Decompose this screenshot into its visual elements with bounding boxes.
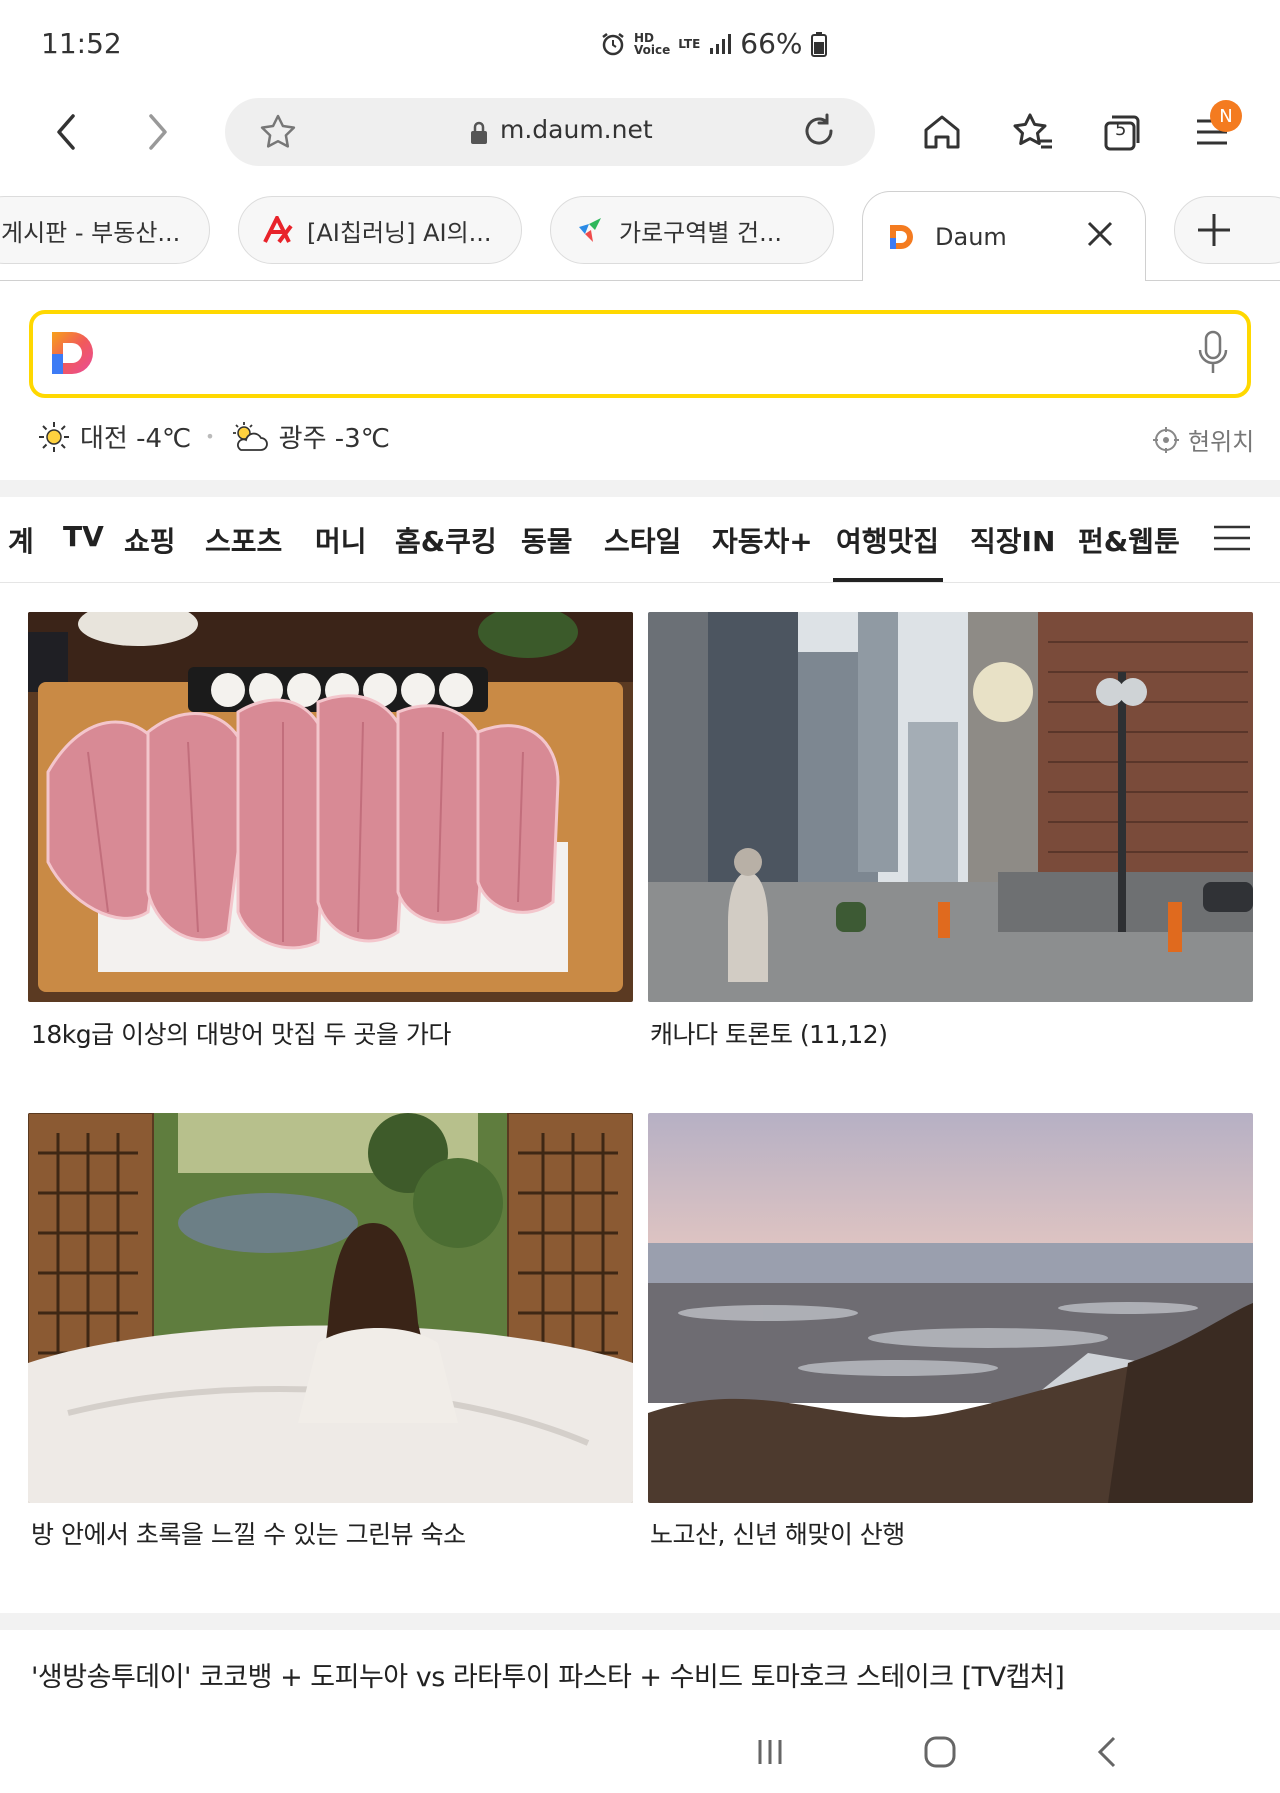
tabs-button[interactable]: 5 [1092, 102, 1152, 162]
notification-badge: N [1210, 100, 1242, 132]
browser-tab[interactable]: [AI칩러닝] AI의... [238, 196, 522, 264]
home-button[interactable] [912, 102, 972, 162]
browser-tab[interactable]: 가로구역별 건... [550, 196, 834, 264]
recent-apps-icon [758, 1740, 782, 1764]
card-title[interactable]: 18kg급 이상의 대방어 맛집 두 곳을 가다 [31, 1015, 451, 1051]
close-tab-icon[interactable] [1085, 219, 1115, 249]
lock-icon [468, 120, 490, 150]
active-category-indicator [833, 578, 943, 582]
category-item[interactable]: 머니 [315, 520, 367, 560]
bookmark-star-button[interactable] [258, 112, 298, 156]
tab-title: Daum [935, 222, 1007, 251]
separator-dot: • [205, 427, 215, 446]
category-item[interactable]: 자동차+ [712, 520, 813, 560]
signal-icon [710, 33, 732, 54]
category-item[interactable]: 계 [8, 520, 38, 560]
category-item[interactable]: 펀&웹툰 [1078, 520, 1180, 560]
category-item[interactable]: 동물 [521, 520, 573, 560]
search-input[interactable] [29, 310, 1251, 398]
sun-icon [39, 421, 69, 452]
weather-temp: 대전 -4℃ [80, 424, 192, 454]
new-tab-button[interactable] [1174, 196, 1280, 264]
bookmarks-button[interactable] [1002, 102, 1062, 162]
weather-temp: 광주 -3℃ [278, 424, 390, 454]
lte-indicator: LTE [678, 36, 701, 51]
hd-voice-indicator: HD Voice [634, 30, 671, 57]
card-image-mountain[interactable] [648, 1113, 1253, 1503]
chevron-left-icon [57, 114, 75, 150]
category-item[interactable]: 직장IN [970, 520, 1055, 560]
tab-title: 가로구역별 건... [619, 218, 782, 247]
reload-icon [805, 113, 833, 145]
location-label: 현위치 [1188, 428, 1255, 456]
alarm-icon [602, 32, 624, 55]
hamburger-icon [1214, 525, 1250, 551]
tab-count: 5 [1115, 119, 1127, 140]
card-image-greenview[interactable] [28, 1113, 633, 1503]
plus-icon [1198, 214, 1230, 246]
card-title[interactable]: 노고산, 신년 해맞이 산행 [650, 1515, 905, 1551]
section-divider [0, 1613, 1280, 1630]
category-item[interactable]: 스타일 [604, 520, 681, 560]
browser-tab[interactable]: 게시판 - 부동산... [0, 196, 210, 264]
star-list-icon [1013, 113, 1052, 149]
current-location-button[interactable]: 현위치 [1152, 422, 1254, 457]
section-divider [0, 480, 1280, 497]
category-item[interactable]: TV [63, 520, 104, 553]
category-menu-button[interactable] [1212, 522, 1252, 558]
category-item[interactable]: 쇼핑 [124, 520, 176, 560]
home-nav-button[interactable] [910, 1722, 970, 1782]
site-favicon-icon [263, 216, 293, 244]
tab-title: [AI칩러닝] AI의... [307, 218, 492, 247]
tab-title: 게시판 - 부동산... [1, 218, 181, 247]
partly-cloudy-icon [232, 421, 268, 451]
category-item-active[interactable]: 여행맛집 [836, 520, 939, 560]
home-circle-icon [924, 1736, 956, 1768]
url-text[interactable]: m.daum.net [500, 115, 653, 144]
back-button[interactable] [36, 102, 96, 162]
back-nav-button[interactable] [1078, 1722, 1138, 1782]
card-image-toronto[interactable] [648, 612, 1253, 1002]
battery-percent: 66% [740, 27, 803, 60]
recent-apps-button[interactable] [740, 1722, 800, 1782]
battery-icon [810, 31, 827, 57]
daum-logo-icon [52, 332, 93, 374]
card-title[interactable]: 방 안에서 초록을 느낄 수 있는 그린뷰 숙소 [31, 1515, 466, 1551]
forward-button[interactable] [128, 102, 188, 162]
chevron-right-icon [149, 114, 167, 150]
microphone-icon[interactable] [1195, 330, 1231, 376]
status-indicators: HD Voice LTE 66% [600, 27, 827, 60]
reload-button[interactable] [798, 110, 840, 156]
category-item[interactable]: 홈&쿠킹 [395, 520, 497, 560]
article-title[interactable]: '생방송투데이' 코코뱅 + 도피누아 vs 라타투이 파스타 + 수비드 토마… [31, 1655, 1065, 1694]
daum-favicon-icon [890, 224, 913, 249]
status-time: 11:52 [41, 27, 122, 60]
weather-row[interactable]: 대전 -4℃ • 광주 -3℃ [38, 418, 390, 455]
card-title[interactable]: 캐나다 토론토 (11,12) [650, 1015, 888, 1051]
back-arrow-icon [1097, 1736, 1116, 1768]
category-item[interactable]: 스포츠 [205, 520, 282, 560]
browser-tab-active[interactable]: Daum [862, 191, 1146, 281]
site-favicon-icon [579, 218, 601, 242]
location-target-icon [1153, 426, 1179, 453]
home-icon [924, 115, 960, 149]
star-outline-icon [260, 114, 296, 148]
card-image-sashimi[interactable] [28, 612, 633, 1002]
